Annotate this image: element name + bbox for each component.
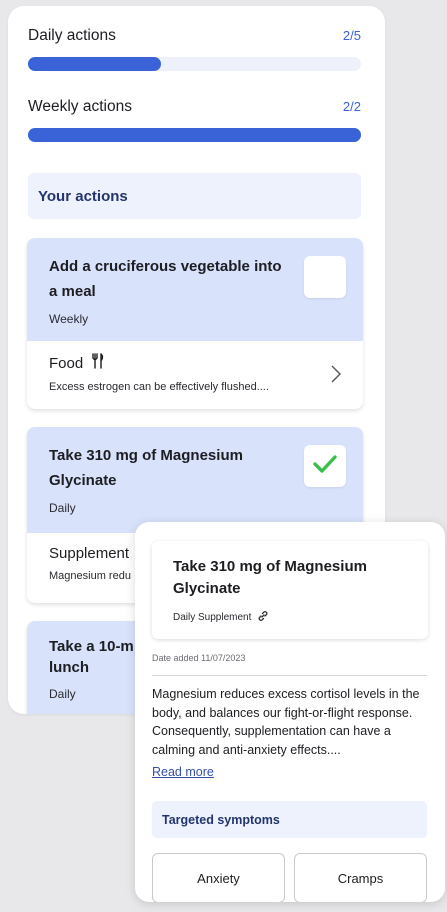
- detail-title: Take 310 mg of Magnesium Glycinate: [173, 558, 367, 597]
- your-actions-header: Your actions: [28, 173, 361, 219]
- action-detail-panel: Take 310 mg of Magnesium Glycinate Daily…: [135, 522, 445, 902]
- date-added: Date added 11/07/2023: [152, 653, 246, 663]
- weekly-progress: Weekly actions 2/2: [28, 98, 361, 142]
- action-frequency: Daily: [49, 501, 76, 515]
- detail-description: Magnesium reduces excess cortisol levels…: [152, 687, 420, 757]
- action-details-row[interactable]: Food Excess estrogen can be effectively …: [27, 341, 363, 409]
- action-checkbox[interactable]: [304, 256, 346, 298]
- divider: [152, 675, 427, 676]
- link-icon[interactable]: [257, 610, 269, 625]
- action-title: Add a cruciferous vegetable into a meal: [49, 258, 282, 300]
- action-description: Excess estrogen can be effectively flush…: [49, 381, 269, 393]
- daily-progress-label: Daily actions: [28, 27, 116, 44]
- symptom-list: Anxiety Cramps: [152, 853, 427, 902]
- weekly-progress-label: Weekly actions: [28, 98, 132, 115]
- action-frequency: Weekly: [49, 312, 89, 326]
- action-card[interactable]: Add a cruciferous vegetable into a meal …: [27, 238, 363, 409]
- symptom-chip-anxiety[interactable]: Anxiety: [152, 853, 285, 902]
- detail-header-card: Take 310 mg of Magnesium Glycinate Daily…: [152, 541, 428, 639]
- action-title: Take 310 mg of Magnesium Glycinate: [49, 447, 243, 489]
- checkmark-icon: [313, 454, 337, 479]
- targeted-symptoms-header: Targeted symptoms: [152, 801, 427, 838]
- detail-subtitle: Daily Supplement: [173, 612, 252, 623]
- weekly-progress-count: 2/2: [342, 99, 361, 114]
- symptom-chip-cramps[interactable]: Cramps: [294, 853, 427, 902]
- action-category: Food: [49, 354, 84, 372]
- read-more-link[interactable]: Read more: [152, 765, 214, 779]
- chevron-right-icon[interactable]: [331, 365, 341, 388]
- action-category: Supplement: [49, 545, 130, 562]
- daily-progress-bar: [28, 57, 361, 71]
- daily-progress-count: 2/5: [342, 28, 361, 43]
- action-title: Take a 10-m lunch: [49, 638, 134, 676]
- action-checkbox-checked[interactable]: [304, 445, 346, 487]
- weekly-progress-bar: [28, 128, 361, 142]
- weekly-progress-fill: [28, 128, 361, 142]
- utensils-icon: [91, 353, 105, 373]
- daily-progress-fill: [28, 57, 162, 71]
- daily-progress: Daily actions 2/5: [28, 27, 361, 71]
